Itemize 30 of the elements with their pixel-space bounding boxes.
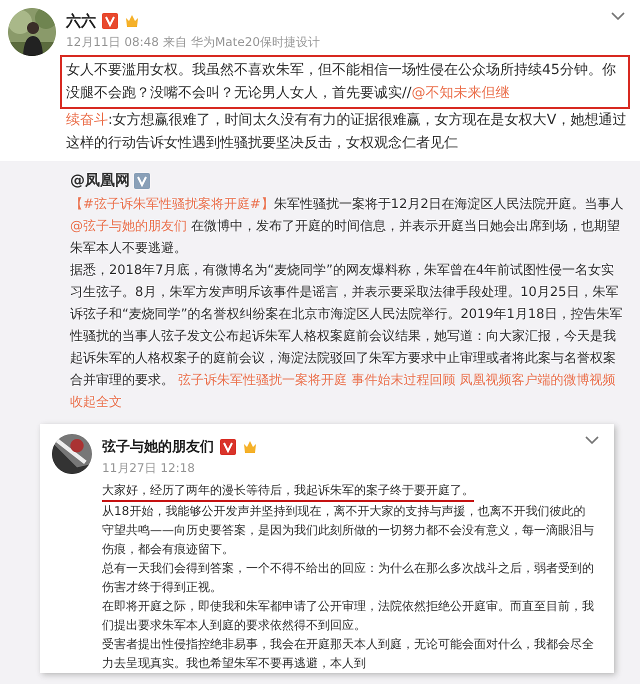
- author-name[interactable]: 六六: [66, 12, 96, 30]
- hashtag-link[interactable]: 【#弦子诉朱军性骚扰案将开庭#】: [70, 197, 274, 212]
- verified-icon: [134, 172, 150, 188]
- post-text: 从18开始，我能够公开发声并坚持到现在，离不开大家的支持与声援，也离不开我们彼此的守望共鸣——向历史要答案，是因为我们此刻所做的一切努力都不会没有意义，每一滴眼泪与伤痕，都会有痕迹留下。: [102, 503, 594, 558]
- mention-link[interactable]: @不知未来但继: [411, 85, 510, 101]
- verified-icon: [102, 13, 118, 29]
- post-text: 续奋斗:女方想赢很难了，时间太久没有有力的证据很难赢，女方现在是女权大V，她想通过这样的行动告诉女性遇到性骚扰要坚决反击，女权观念仁者见仁: [66, 111, 628, 153]
- post-time: 11月27日 12:18: [102, 460, 195, 477]
- chevron-down-icon[interactable]: [610, 10, 626, 22]
- verified-icon: [220, 439, 236, 455]
- post-text: 受害者提出性侵指控绝非易事，我会在开庭那天本人到庭，无论可能会面对什么，我都会尽全力去呈现真实。我也希望朱军不要再逃避，本人到: [102, 636, 594, 672]
- source-device: 华为Mate20保时捷设计: [190, 34, 320, 51]
- post-time: 12月11日 08:48: [66, 34, 159, 51]
- source-label: 来自: [162, 34, 187, 51]
- author-name[interactable]: 弦子与她的朋友们: [102, 438, 214, 456]
- video-link[interactable]: 弦子诉朱军性骚扰一案将开庭 事件始末过程回顾: [178, 373, 456, 388]
- chevron-down-icon[interactable]: [584, 434, 600, 446]
- underlined-text: 大家好，经历了两年的漫长等待后，我起诉朱军的案子终于要开庭了。: [102, 481, 474, 502]
- retweet-text: 【#弦子诉朱军性骚扰案将开庭#】朱军性骚扰一案将于12月2日在海淀区人民法院开庭。当事人 @弦子与她的朋友们 在微博中，发布了开庭的时间信息，并表示开庭当日她会出席到场，也期望朱军本人不要逃避。: [70, 196, 625, 258]
- collapse-link[interactable]: 收起全文: [70, 395, 122, 410]
- crown-icon: [124, 13, 140, 29]
- mention-link[interactable]: @弦子与她的朋友们: [70, 219, 187, 234]
- crown-icon: [242, 439, 258, 455]
- post-text: 总有一天我们会得到答案，一个不得不给出的回应：为什么在那么多次战斗之后，弱者受到的伤害才终于得到正视。: [102, 560, 594, 596]
- post-text: 在即将开庭之际，即使我和朱军都申请了公开审理，法院依然拒绝公开庭审。而直至目前，我们提出要求朱军本人到庭的要求依然得不到回应。: [102, 598, 594, 634]
- retweet-author[interactable]: @凤凰网: [70, 171, 130, 190]
- retweet-text: 据悉，2018年7月底，有微博名为“麦烧同学”的网友爆料称，朱军曾在4年前试图性侵一名女实习生弦子。8月，朱军方发声明斥该事件是谣言，并表示要采取法律手段处理。10月25日，朱军诉弦子和“麦烧同学”的名誉权纠纷案在北京市海淀区人民法院举行。2019年1月18日，控告朱军性骚扰的当事人弦子发文公布起诉朱军人格权案庭前会议结果，她写道：向大家汇报，今天是我起诉朱军的人格权案子的庭前会议，海淀法院驳回了朱军方要求中止审理或者将此案与名誉权案合并审理的要求。 弦子诉朱军性骚扰一案将开庭 事件始末过程回顾 凤凰视频客户端的微博视频 收起全文: [70, 262, 624, 412]
- mention-link[interactable]: 续奋斗: [66, 112, 108, 128]
- video-link[interactable]: 凤凰视频客户端的微博视频: [459, 373, 616, 388]
- highlighted-text: 女人不要滥用女权。我虽然不喜欢朱军，但不能相信一场性侵在公众场所持续45分钟。你没腿不会跑？没嘴不会叫？无论男人女人，首先要诚实//@不知未来但继: [66, 61, 617, 103]
